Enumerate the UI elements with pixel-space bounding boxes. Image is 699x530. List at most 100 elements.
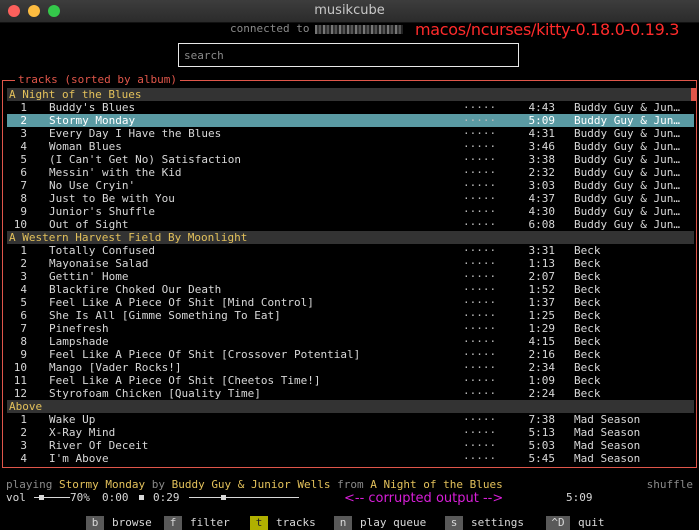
now-playing-status: playing Stormy Monday by Buddy Guy & Jun… [6,478,503,491]
now-playing-track: Stormy Monday [58,478,146,491]
track-title: (I Can't Get No) Satisfaction [49,153,242,166]
from-label: from [337,478,364,491]
track-row[interactable]: 9 Feel Like A Piece Of Shit [Crossover Po… [7,348,694,361]
track-row[interactable]: 2 Stormy Monday ····· 5:09 Buddy Guy & Jun… [7,114,694,127]
window-title: musikcube [314,3,385,18]
track-number: 10 [13,218,27,231]
stop-icon[interactable] [139,495,144,500]
track-row[interactable]: 4 Blackfire Choked Our Death ····· 1:52 Beck [7,283,694,296]
track-row[interactable]: 4 I'm Above ····· 5:45 Mad Season [7,452,694,465]
track-row[interactable]: 10 Mango [Vader Rocks!] ····· 2:34 Beck [7,361,694,374]
track-row[interactable]: 3 Every Day I Have the Blues ····· 4:31 Budd… [7,127,694,140]
track-title: Out of Sight [49,218,129,231]
volume-value: 70% [70,491,90,504]
track-rating: ····· [463,296,497,309]
track-title: X-Ray Mind [49,426,116,439]
track-row[interactable]: 1 Wake Up ····· 7:38 Mad Season [7,413,694,426]
shortcut-label-play-queue[interactable]: play queue [360,516,426,530]
track-duration: 4:30 [528,205,556,218]
scrollbar-thumb[interactable] [691,88,696,101]
track-artist: Buddy Guy & Jun… [574,114,680,127]
track-row[interactable]: 2 Mayonaise Salad ····· 1:13 Beck [7,257,694,270]
shuffle-toggle[interactable]: shuffle [647,478,693,491]
album-header[interactable]: A Night of the Blues [7,88,694,101]
track-row[interactable]: 3 River Of Deceit ····· 5:03 Mad Season [7,439,694,452]
shortcut-key-quit[interactable]: ^D [546,516,570,530]
shortcut-label-quit[interactable]: quit [578,516,605,530]
shortcut-label-settings[interactable]: settings [471,516,524,530]
track-duration: 7:38 [528,413,556,426]
track-row[interactable]: 6 Messin' with the Kid ····· 2:32 Buddy Guy … [7,166,694,179]
track-row[interactable]: 1 Totally Confused ····· 3:31 Beck [7,244,694,257]
volume-knob[interactable] [39,495,45,500]
track-title: Pinefresh [49,322,109,335]
track-artist: Mad Season [574,426,641,439]
track-duration: 3:03 [528,179,556,192]
track-rating: ····· [463,192,497,205]
track-list[interactable]: A Night of the Blues 1 Buddy's Blues ····· 4… [7,88,694,465]
tracks-panel[interactable]: tracks (sorted by album) A Night of the … [2,73,697,468]
track-rating: ····· [463,322,497,335]
track-title: Wake Up [49,413,96,426]
shortcut-bar: b browse f filter t tracks n play queue s setting… [0,516,699,530]
track-rating: ····· [463,218,497,231]
track-artist: Buddy Guy & Jun… [574,140,680,153]
track-row[interactable]: 4 Woman Blues ····· 3:46 Buddy Guy & Jun… [7,140,694,153]
shortcut-key-tracks[interactable]: t [250,516,268,530]
track-row[interactable]: 1 Buddy's Blues ····· 4:43 Buddy Guy & Jun… [7,101,694,114]
track-number: 2 [20,257,27,270]
track-row[interactable]: 11 Feel Like A Piece Of Shit [Cheetos Tim… [7,374,694,387]
by-label: by [151,478,165,491]
track-number: 12 [13,387,27,400]
track-artist: Mad Season [574,452,641,465]
track-duration: 5:09 [566,491,593,504]
shortcut-label-filter[interactable]: filter [190,516,230,530]
album-header[interactable]: A Western Harvest Field By Moonlight [7,231,694,244]
search-input[interactable] [179,44,528,67]
track-duration: 3:38 [528,153,556,166]
track-rating: ····· [463,413,497,426]
shortcut-key-settings[interactable]: s [445,516,463,530]
now-playing-album: A Night of the Blues [370,478,503,491]
shortcut-label-tracks[interactable]: tracks [276,516,316,530]
track-duration: 6:08 [528,218,556,231]
track-row[interactable]: 5 (I Can't Get No) Satisfaction ····· 3:38 B… [7,153,694,166]
track-row[interactable]: 9 Junior's Shuffle ····· 4:30 Buddy Guy & Ju… [7,205,694,218]
track-row[interactable]: 7 No Use Cryin' ····· 3:03 Buddy Guy & Jun… [7,179,694,192]
seek-slider[interactable] [189,497,299,498]
shortcut-key-play-queue[interactable]: n [334,516,352,530]
track-rating: ····· [463,127,497,140]
track-row[interactable]: 10 Out of Sight ····· 6:08 Buddy Guy & Jun… [7,218,694,231]
track-title: Mayonaise Salad [49,257,149,270]
track-row[interactable]: 3 Gettin' Home ····· 2:07 Beck [7,270,694,283]
track-rating: ····· [463,101,497,114]
track-number: 4 [20,452,27,465]
track-row[interactable]: 7 Pinefresh ····· 1:29 Beck [7,322,694,335]
track-artist: Mad Season [574,439,641,452]
album-header[interactable]: Above [7,400,694,413]
track-row[interactable]: 8 Lampshade ····· 4:15 Beck [7,335,694,348]
track-number: 9 [20,348,27,361]
track-row[interactable]: 8 Just to Be with You ····· 4:37 Buddy Guy &… [7,192,694,205]
track-row[interactable]: 5 Feel Like A Piece Of Shit [Mind Control… [7,296,694,309]
connected-label: connected to [230,22,310,35]
track-duration: 2:34 [528,361,556,374]
shortcut-key-filter[interactable]: f [164,516,182,530]
track-row[interactable]: 2 X-Ray Mind ····· 5:13 Mad Season [7,426,694,439]
shortcut-key-browse[interactable]: b [86,516,104,530]
track-artist: Beck [574,361,601,374]
track-rating: ····· [463,270,497,283]
search-box[interactable] [178,43,528,67]
seek-knob[interactable] [220,495,226,500]
track-title: I'm Above [49,452,109,465]
track-duration: 5:45 [528,452,556,465]
track-duration: 3:46 [528,140,556,153]
track-row[interactable]: 6 She Is All [Gimme Something To Eat] ····… [7,309,694,322]
track-artist: Beck [574,387,601,400]
shortcut-label-browse[interactable]: browse [112,516,152,530]
track-row[interactable]: 12 Styrofoam Chicken [Quality Time] ····· 2… [7,387,694,400]
track-rating: ····· [463,283,497,296]
track-title: Lampshade [49,335,109,348]
track-artist: Buddy Guy & Jun… [574,153,680,166]
elapsed-time: 0:29 [153,491,180,504]
